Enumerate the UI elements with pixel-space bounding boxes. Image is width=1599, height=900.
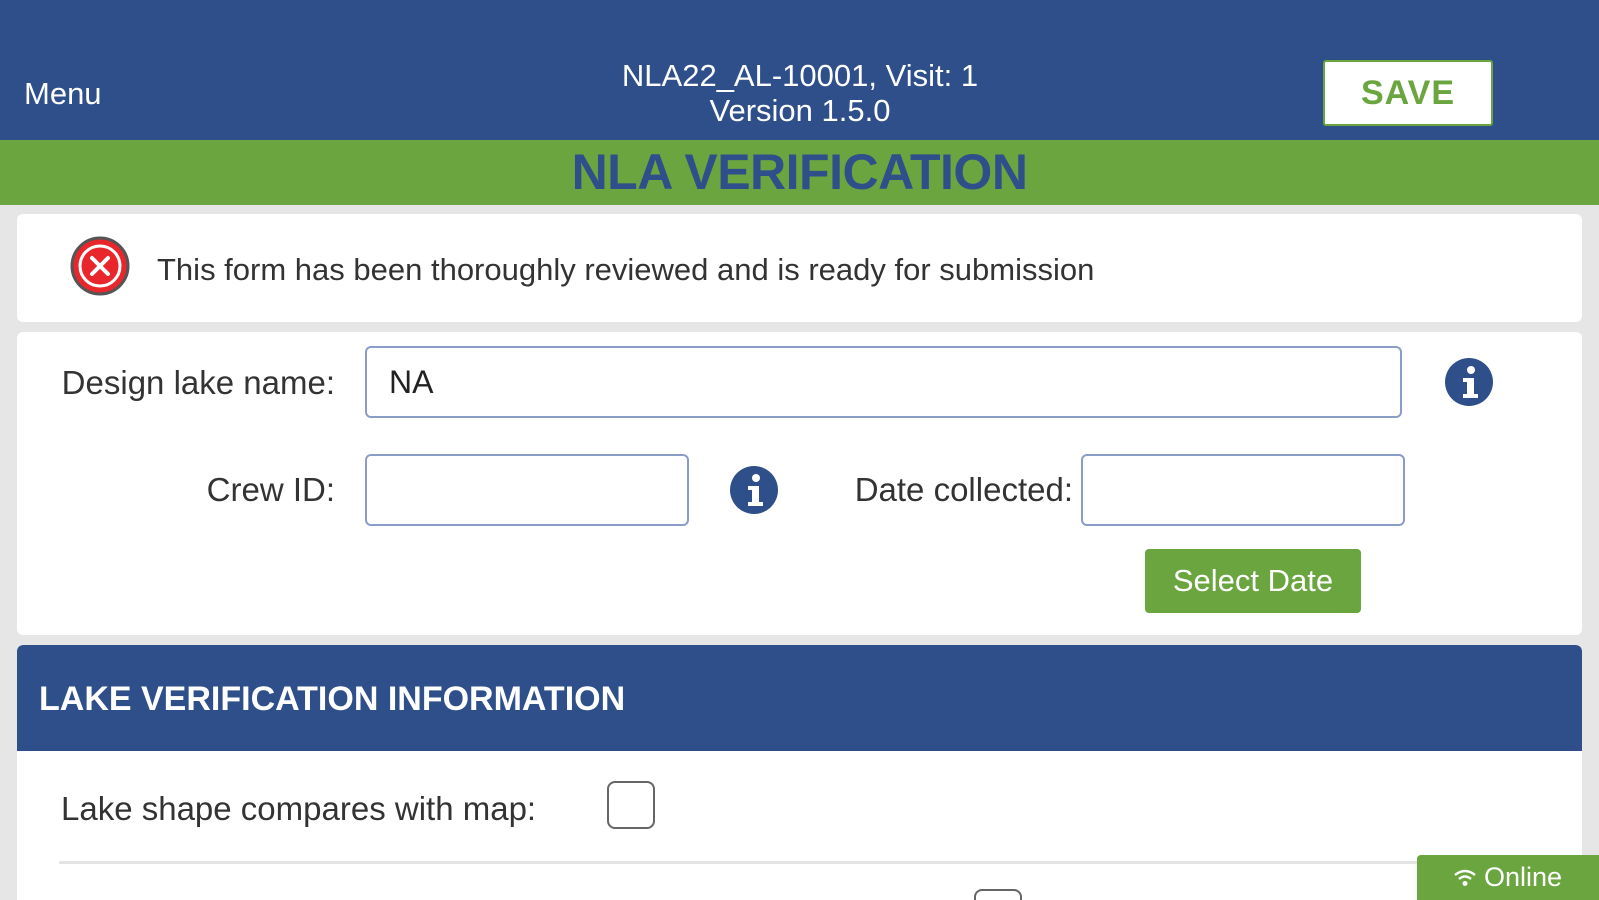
select-date-button[interactable]: Select Date [1145,549,1361,613]
app-window: Menu NLA22_AL-10001, Visit: 1 Version 1.… [0,0,1599,900]
visit-fields-card: Design lake name: Crew ID: Date collecte… [17,332,1582,635]
menu-button[interactable]: Menu [24,76,102,112]
form-title: NLA VERIFICATION [571,144,1028,200]
date-collected-input[interactable] [1081,454,1405,526]
top-bar: Menu NLA22_AL-10001, Visit: 1 Version 1.… [0,0,1599,140]
wifi-icon [1454,869,1476,886]
save-button[interactable]: SAVE [1323,60,1493,126]
lake-verification-section: LAKE VERIFICATION INFORMATION Lake shape… [17,645,1582,900]
design-lake-name-label: Design lake name: [61,364,335,401]
info-icon[interactable] [729,465,779,515]
site-visit-label: NLA22_AL-10001, Visit: 1 [621,58,979,93]
section-title: LAKE VERIFICATION INFORMATION [39,680,626,718]
design-lake-name-input[interactable] [365,346,1402,418]
row-divider [59,861,1559,864]
review-status-card: This form has been thoroughly reviewed a… [17,214,1582,322]
app-version-label: Version 1.5.0 [709,93,891,128]
connection-status-text: Online [1483,862,1563,892]
error-x-icon[interactable] [70,236,130,296]
header-titles: NLA22_AL-10001, Visit: 1 Version 1.5.0 [500,58,1100,128]
crew-id-input[interactable] [365,454,689,526]
lake-shape-label: Lake shape compares with map: [61,790,537,827]
lake-shape-checkbox[interactable] [607,781,655,829]
date-collected-label: Date collected: [854,471,1073,508]
next-row-checkbox[interactable] [974,889,1022,900]
connection-status-badge: Online [1417,855,1599,900]
info-icon[interactable] [1444,357,1494,407]
section-header[interactable]: LAKE VERIFICATION INFORMATION [17,645,1582,751]
review-status-text: This form has been thoroughly reviewed a… [157,252,1095,287]
crew-id-label: Crew ID: [206,471,335,508]
